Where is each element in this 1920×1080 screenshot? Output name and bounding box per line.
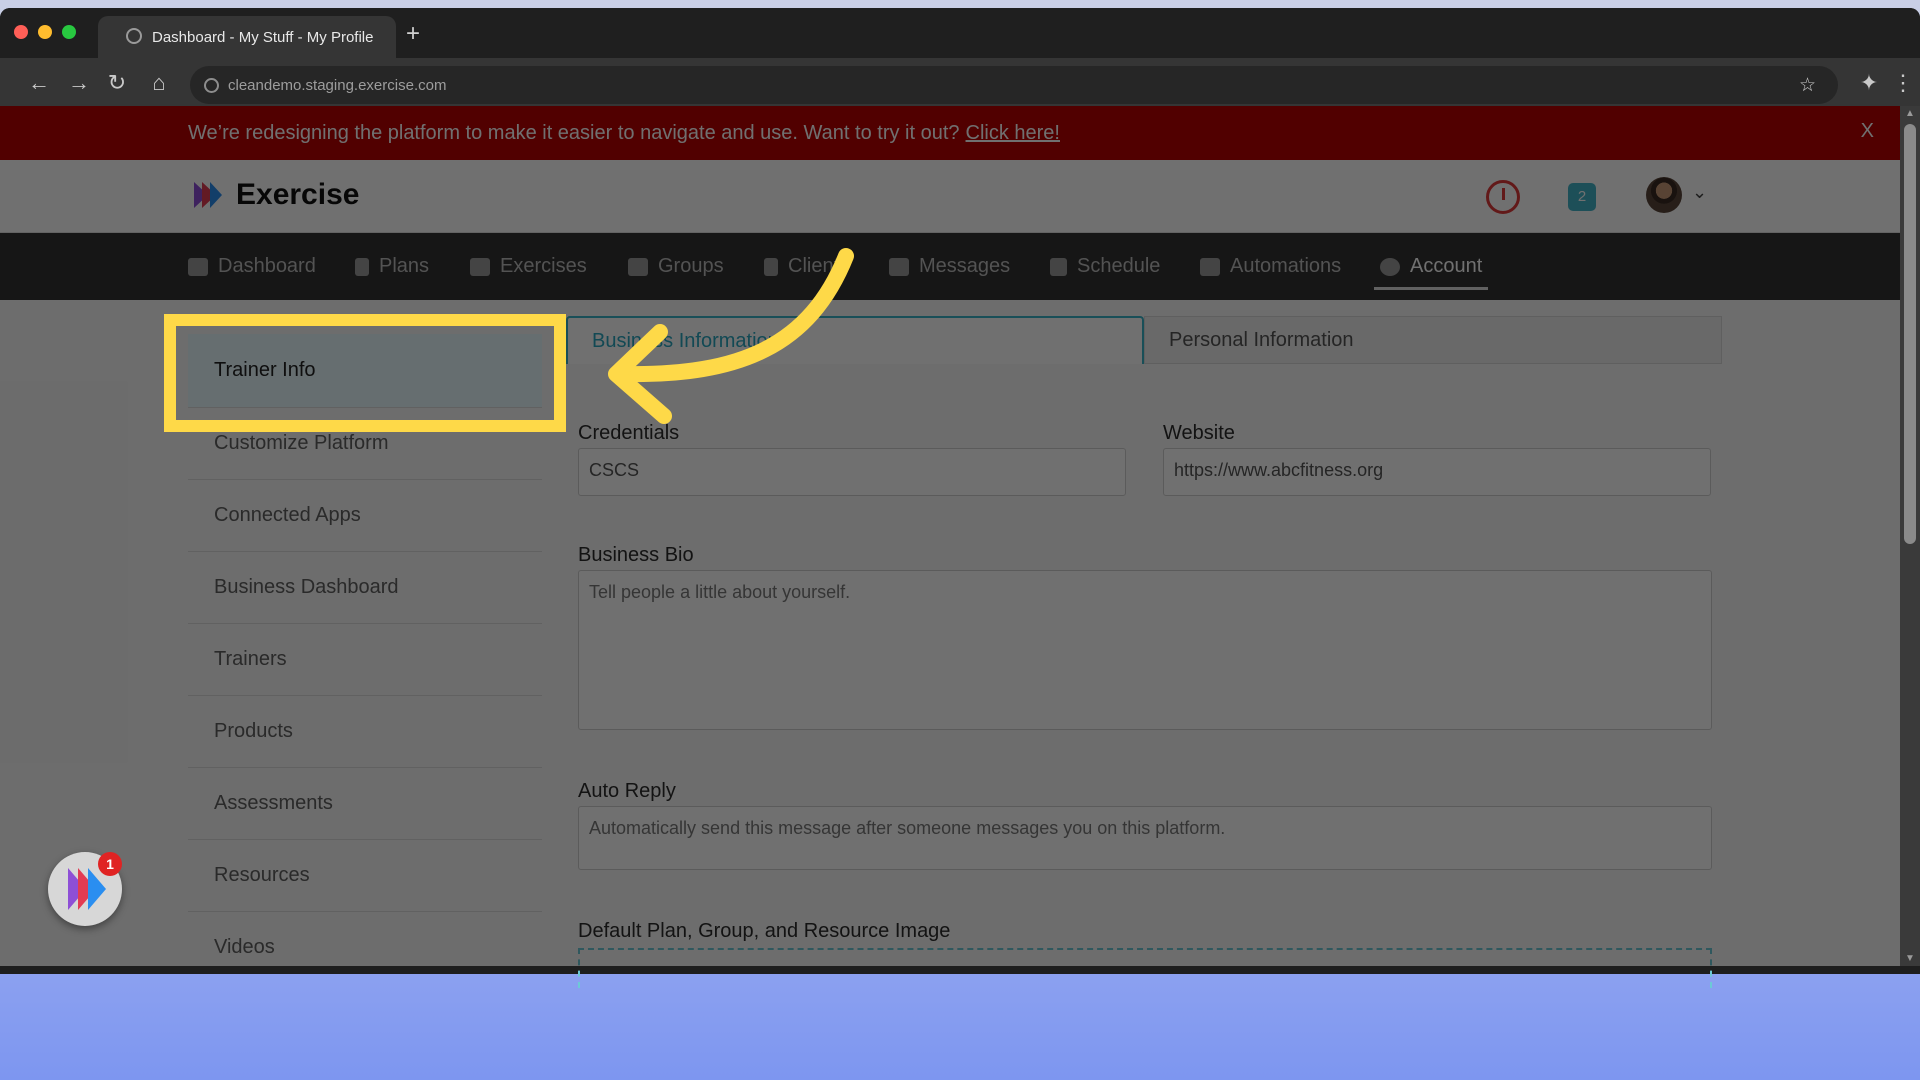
main-nav: Dashboard Plans Exercises Groups Clients…	[0, 233, 1900, 300]
nav-label: Schedule	[1077, 255, 1161, 277]
minimize-window-button[interactable]	[38, 25, 52, 39]
sidebar-item-label: Products	[214, 720, 293, 742]
forward-arrow-icon[interactable]: →	[66, 72, 92, 94]
sidebar-item-label: Business Dashboard	[214, 576, 399, 598]
nav-exercises[interactable]: Exercises	[470, 233, 587, 300]
browser-tab[interactable]: Dashboard - My Stuff - My Profile	[98, 16, 396, 58]
sidebar-item-business-dashboard[interactable]: Business Dashboard	[188, 552, 542, 624]
close-window-button[interactable]	[14, 25, 28, 39]
nav-messages[interactable]: Messages	[889, 233, 1010, 300]
user-circle-icon	[1380, 257, 1400, 276]
reload-icon[interactable]: ↻	[104, 72, 130, 94]
nav-dashboard[interactable]: Dashboard	[188, 233, 316, 300]
banner-message: We’re redesigning the platform to make i…	[188, 121, 960, 144]
nav-schedule[interactable]: Schedule	[1050, 233, 1160, 300]
sidebar-item-trainers[interactable]: Trainers	[188, 624, 542, 696]
tab-label: Personal Information	[1169, 328, 1354, 351]
image-dropzone[interactable]	[578, 948, 1712, 988]
scrollbar-thumb[interactable]	[1904, 124, 1916, 544]
address-bar[interactable]: cleandemo.staging.exercise.com ☆	[190, 66, 1838, 104]
brand-name[interactable]: Exercise	[236, 178, 359, 212]
banner-link[interactable]: Click here!	[966, 122, 1060, 145]
nav-label: Exercises	[500, 255, 587, 277]
business-bio-label: Business Bio	[578, 544, 694, 566]
tutorial-arrow-icon	[608, 248, 854, 424]
globe-icon	[126, 28, 142, 44]
nav-label: Account	[1410, 255, 1483, 277]
back-arrow-icon[interactable]: ←	[26, 72, 52, 94]
credentials-input[interactable]: CSCS	[578, 448, 1126, 496]
tab-personal-information[interactable]: Personal Information	[1144, 316, 1722, 364]
sidebar-item-label: Connected Apps	[214, 504, 361, 526]
nav-automations[interactable]: Automations	[1200, 233, 1341, 300]
check-square-icon	[1200, 257, 1220, 276]
website-input[interactable]: https://www.abcfitness.org	[1163, 448, 1711, 496]
banner-close-button[interactable]: X	[1861, 120, 1874, 143]
site-info-icon[interactable]	[204, 78, 219, 93]
nav-label: Messages	[919, 255, 1011, 277]
business-bio-textarea[interactable]: Tell people a little about yourself.	[578, 570, 1712, 730]
browser-menu-icon[interactable]: ⋮	[1890, 72, 1916, 94]
chevron-down-icon[interactable]: ⌄	[1692, 182, 1707, 203]
redesign-banner: We’re redesigning the platform to make i…	[0, 106, 1900, 160]
sidebar-item-assessments[interactable]: Assessments	[188, 768, 542, 840]
sidebar-item-label: Customize Platform	[214, 432, 389, 454]
tutorial-highlight-box	[164, 314, 566, 432]
extensions-icon[interactable]: ✦	[1856, 72, 1882, 94]
plus-icon[interactable]: +	[406, 22, 420, 46]
sidebar-item-label: Assessments	[214, 792, 333, 814]
clipboard-icon	[355, 257, 369, 276]
sidebar-item-videos[interactable]: Videos	[188, 912, 542, 966]
home-icon[interactable]: ⌂	[146, 72, 172, 94]
nav-label: Dashboard	[218, 255, 316, 277]
nav-account[interactable]: Account	[1373, 233, 1489, 300]
list-icon	[188, 257, 208, 276]
bookmark-star-icon[interactable]: ☆	[1799, 74, 1816, 97]
scroll-up-icon[interactable]: ▲	[1905, 108, 1915, 119]
auto-reply-label: Auto Reply	[578, 780, 676, 802]
website-label: Website	[1163, 422, 1235, 444]
avatar[interactable]	[1646, 177, 1682, 213]
exercise-logo-icon[interactable]	[190, 178, 224, 212]
auto-reply-textarea[interactable]: Automatically send this message after so…	[578, 806, 1712, 870]
browser-tab-title: Dashboard - My Stuff - My Profile	[152, 28, 374, 46]
sidebar-item-label: Resources	[214, 864, 310, 886]
notification-badge[interactable]: 2	[1568, 183, 1596, 211]
nav-label: Plans	[379, 255, 430, 277]
browser-tab-bar: Dashboard - My Stuff - My Profile +	[0, 8, 1920, 58]
maximize-window-button[interactable]	[62, 25, 76, 39]
app-header: Exercise 2 ⌄	[0, 160, 1900, 233]
url-text: cleandemo.staging.exercise.com	[228, 76, 447, 94]
default-image-label: Default Plan, Group, and Resource Image	[578, 920, 951, 942]
page-scrollbar[interactable]: ▲ ▼	[1900, 106, 1920, 966]
sidebar-item-connected-apps[interactable]: Connected Apps	[188, 480, 542, 552]
nav-plans[interactable]: Plans	[355, 233, 429, 300]
book-icon	[1050, 257, 1067, 276]
scroll-down-icon[interactable]: ▼	[1905, 953, 1915, 964]
sidebar-item-label: Videos	[214, 936, 275, 958]
sidebar-item-resources[interactable]: Resources	[188, 840, 542, 912]
sidebar-item-label: Trainers	[214, 648, 287, 670]
dumbbell-icon	[470, 257, 490, 276]
sidebar-item-products[interactable]: Products	[188, 696, 542, 768]
page-viewport: We’re redesigning the platform to make i…	[0, 106, 1900, 966]
nav-label: Automations	[1230, 255, 1342, 277]
help-widget-badge: 1	[98, 852, 122, 876]
envelope-icon	[889, 257, 909, 276]
clock-icon[interactable]	[1486, 180, 1520, 214]
